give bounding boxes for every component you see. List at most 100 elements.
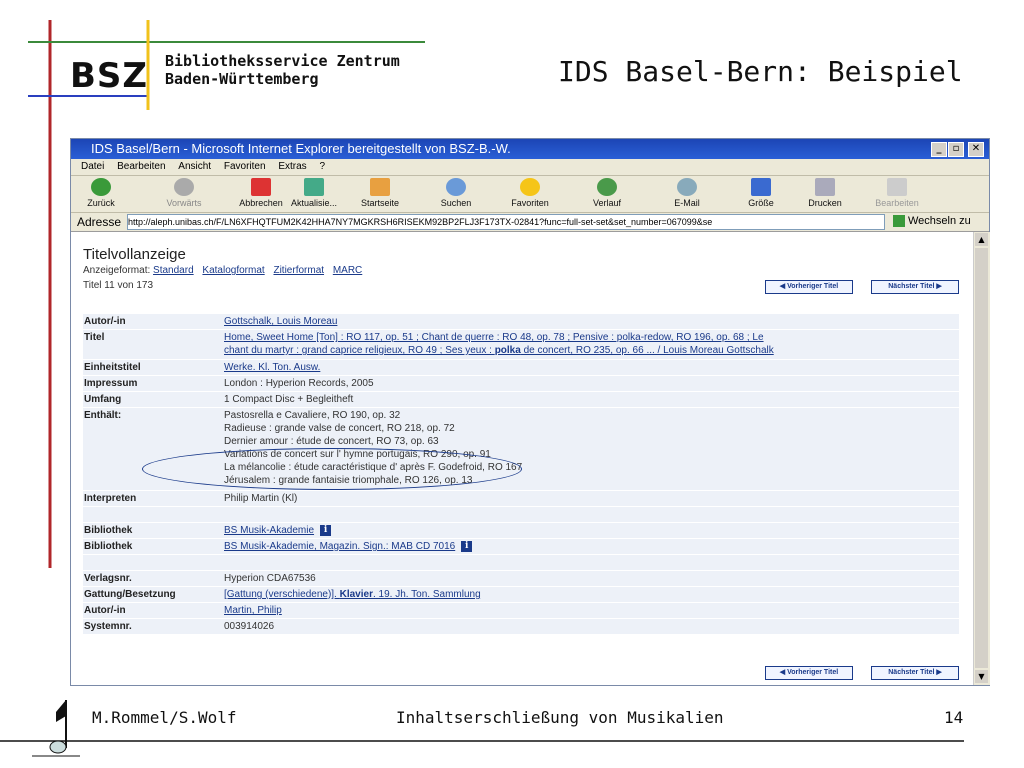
scroll-down-icon[interactable]: ▼ [975, 670, 988, 683]
star-icon [520, 178, 540, 196]
menu-extras[interactable]: Extras [278, 161, 306, 172]
text-size-icon [751, 178, 771, 196]
record-row-empty [83, 507, 959, 522]
library-link[interactable]: BS Musik-Akademie, Magazin. Sign.: MAB C… [224, 541, 455, 552]
edit-label: Bearbeiten [875, 198, 919, 208]
refresh-button[interactable]: Aktualisie... [289, 178, 339, 208]
menu-datei[interactable]: Datei [81, 161, 104, 172]
title-count: Titel 11 von 173 [83, 280, 154, 291]
performer-link[interactable]: Martin, Philip [224, 604, 959, 617]
maximize-button[interactable]: ▫ [948, 142, 964, 157]
favorites-label: Favoriten [511, 198, 549, 208]
go-button[interactable]: Wechseln zu [893, 215, 971, 228]
menu-bar: Datei Bearbeiten Ansicht Favoriten Extra… [71, 159, 989, 176]
stop-label: Abbrechen [239, 198, 283, 208]
search-label: Suchen [440, 198, 472, 208]
history-button[interactable]: Verlauf [587, 178, 627, 208]
title-line2b: polka [494, 345, 521, 356]
field-label: Bibliothek [84, 541, 133, 552]
close-button[interactable]: ✕ [968, 142, 984, 157]
music-note-icon [32, 700, 80, 757]
mail-label: E-Mail [674, 198, 700, 208]
record-row: Autor/-in Gottschalk, Louis Moreau [83, 314, 959, 329]
author-link[interactable]: Gottschalk, Louis Moreau [224, 315, 959, 328]
title-line1: Home, Sweet Home [Ton] : RO 117, op. 51 … [224, 332, 764, 343]
scroll-thumb[interactable] [975, 248, 988, 668]
stop-button[interactable]: Abbrechen [233, 178, 289, 208]
footer-topic: Inhaltserschließung von Musikalien [396, 708, 724, 727]
edit-icon [887, 178, 907, 196]
refresh-icon [304, 178, 324, 196]
record-row: Umfang 1 Compact Disc + Begleitheft [83, 392, 959, 407]
genre-bold: Klavier [339, 589, 373, 600]
scrollbar[interactable]: ▲ ▼ [973, 232, 990, 685]
title-line2c: de concert, RO 235, op. 66 ... / Louis M… [520, 345, 774, 356]
next-title-button[interactable]: Nächster Titel ▶ [871, 280, 959, 294]
title-link[interactable]: Home, Sweet Home [Ton] : RO 117, op. 51 … [224, 331, 959, 357]
edit-button[interactable]: Bearbeiten [871, 178, 923, 208]
format-label: Anzeigeformat: [83, 265, 151, 276]
field-value: Philip Martin (Kl) [224, 493, 298, 504]
prev-title-button[interactable]: ◀ Vorheriger Titel [765, 280, 853, 294]
size-button[interactable]: Größe [741, 178, 781, 208]
field-label: Bibliothek [84, 525, 133, 536]
field-label: Impressum [84, 378, 138, 389]
record-row: Einheitstitel Werke. Kl. Ton. Ausw. [83, 360, 959, 375]
home-icon [370, 178, 390, 196]
footer-authors: M.Rommel/S.Wolf [92, 708, 237, 727]
print-label: Drucken [808, 198, 842, 208]
field-label: Titel [84, 332, 105, 343]
title-line2a: chant du martyr : grand caprice religieu… [224, 345, 495, 356]
record-row: Titel Home, Sweet Home [Ton] : RO 117, o… [83, 330, 959, 359]
search-button[interactable]: Suchen [433, 178, 479, 208]
next-title-button-bottom[interactable]: Nächster Titel ▶ [871, 666, 959, 680]
info-icon[interactable]: i [320, 524, 332, 536]
field-label: Autor/-in [84, 605, 126, 616]
genre-link[interactable]: [Gattung (verschiedene)]. Klavier. 19. J… [224, 588, 959, 601]
window-titlebar[interactable]: IDS Basel/Bern - Microsoft Internet Expl… [71, 139, 989, 159]
printer-icon [815, 178, 835, 196]
format-standard[interactable]: Standard [153, 265, 194, 276]
menu-ansicht[interactable]: Ansicht [178, 161, 211, 172]
field-value: BS Musik-Akademie, Magazin. Sign.: MAB C… [224, 540, 959, 553]
uniform-title-link[interactable]: Werke. Kl. Ton. Ausw. [224, 361, 959, 374]
format-zitier[interactable]: Zitierformat [273, 265, 324, 276]
prev-title-button-bottom[interactable]: ◀ Vorheriger Titel [765, 666, 853, 680]
record-row: Bibliothek BS Musik-Akademie i [83, 523, 959, 538]
highlight-ellipse [142, 448, 522, 490]
menu-favoriten[interactable]: Favoriten [224, 161, 266, 172]
size-label: Größe [748, 198, 774, 208]
browser-window: IDS Basel/Bern - Microsoft Internet Expl… [70, 138, 990, 686]
forward-label: Vorwärts [166, 198, 202, 208]
window-title: IDS Basel/Bern - Microsoft Internet Expl… [91, 141, 511, 156]
address-label: Adresse [77, 215, 122, 229]
print-button[interactable]: Drucken [805, 178, 845, 208]
scroll-up-icon[interactable]: ▲ [975, 233, 988, 246]
address-input[interactable]: http://aleph.unibas.ch/F/LN6XFHQTFUM2K42… [127, 214, 885, 230]
menu-help[interactable]: ? [319, 161, 325, 172]
mail-icon [677, 178, 697, 196]
field-value: BS Musik-Akademie i [224, 524, 959, 537]
field-value: 003914026 [224, 621, 275, 632]
home-button[interactable]: Startseite [355, 178, 405, 208]
format-marc[interactable]: MARC [333, 265, 362, 276]
back-button[interactable]: Zurück [81, 178, 121, 208]
field-label: Systemnr. [84, 621, 132, 632]
bsz-subtitle-line2: Baden-Württemberg [165, 70, 319, 88]
back-label: Zurück [87, 198, 115, 208]
format-katalog[interactable]: Katalogformat [202, 265, 264, 276]
refresh-label: Aktualisie... [290, 198, 338, 208]
forward-button[interactable]: Vorwärts [161, 178, 207, 208]
back-arrow-icon [91, 178, 111, 196]
mail-button[interactable]: E-Mail [667, 178, 707, 208]
library-link[interactable]: BS Musik-Akademie [224, 525, 314, 536]
info-icon[interactable]: i [461, 540, 473, 552]
favorites-button[interactable]: Favoriten [505, 178, 555, 208]
record-row-empty [83, 555, 959, 570]
field-label: Umfang [84, 394, 122, 405]
field-value: Hyperion CDA67536 [224, 573, 316, 584]
menu-bearbeiten[interactable]: Bearbeiten [117, 161, 165, 172]
history-icon [597, 178, 617, 196]
minimize-button[interactable]: _ [931, 142, 947, 157]
field-label: Einheitstitel [84, 362, 141, 373]
